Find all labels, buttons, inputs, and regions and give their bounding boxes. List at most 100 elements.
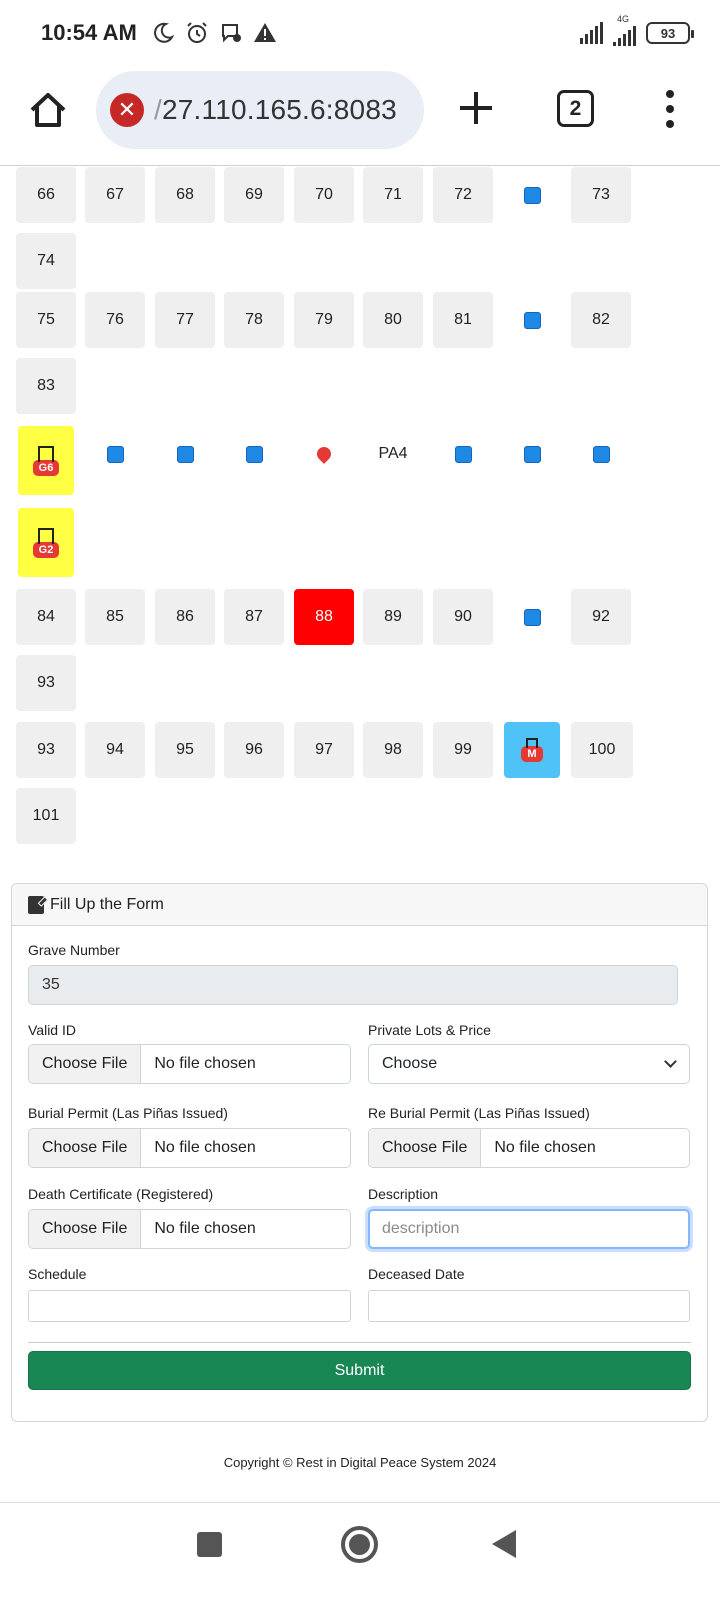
choose-file-button[interactable]: Choose File — [29, 1129, 142, 1167]
grave-lot[interactable]: 96 — [224, 722, 284, 778]
death-certificate-label: Death Certificate (Registered) — [28, 1186, 214, 1202]
grave-lot[interactable]: 67 — [85, 167, 145, 223]
network-type: 4G — [617, 14, 630, 24]
reburial-permit-label: Re Burial Permit (Las Piñas Issued) — [368, 1105, 590, 1121]
form-title: Fill Up the Form — [50, 895, 164, 913]
grid-row: G6 PA4 — [16, 426, 706, 495]
system-nav-bar — [0, 1503, 720, 1600]
grave-lot[interactable]: 101 — [16, 788, 76, 844]
submit-button[interactable]: Submit — [28, 1351, 691, 1390]
walkway-block-icon — [155, 426, 215, 482]
grave-lot[interactable]: 78 — [224, 292, 284, 348]
status-icons — [150, 20, 278, 46]
grave-lot[interactable]: 80 — [363, 292, 423, 348]
browser-toolbar: ✕ /27.110.165.6:8083 2 — [0, 68, 720, 166]
home-icon[interactable] — [28, 90, 68, 130]
grave-lot[interactable]: 85 — [85, 589, 145, 645]
grave-lot[interactable]: 97 — [294, 722, 354, 778]
network-signal: 4G — [613, 14, 636, 46]
choose-file-button[interactable]: Choose File — [369, 1129, 482, 1167]
walkway-block-icon — [502, 426, 562, 482]
no-file-text: No file chosen — [154, 1220, 256, 1237]
grave-lot[interactable]: 100 — [571, 722, 633, 778]
grave-lot[interactable]: 86 — [155, 589, 215, 645]
grid-row: G2 — [16, 508, 706, 577]
grave-lot[interactable]: 76 — [85, 292, 145, 348]
valid-id-label: Valid ID — [28, 1022, 76, 1038]
copyright-text: Copyright © Rest in Digital Peace System… — [223, 1454, 497, 1470]
grid-row: 75 76 77 78 79 80 81 82 — [16, 292, 706, 360]
grave-lot[interactable]: 93 — [16, 655, 76, 711]
grave-lot[interactable]: 72 — [433, 167, 493, 223]
burial-permit-label: Burial Permit (Las Piñas Issued) — [28, 1105, 228, 1121]
grave-lot[interactable]: 87 — [224, 589, 284, 645]
burial-permit-file-input[interactable]: Choose File No file chosen — [28, 1128, 351, 1168]
reburial-permit-file-input[interactable]: Choose File No file chosen — [368, 1128, 690, 1168]
edit-document-icon — [28, 895, 44, 914]
schedule-label: Schedule — [28, 1266, 87, 1282]
grave-lot[interactable]: 99 — [433, 722, 493, 778]
connection-error-icon[interactable]: ✕ — [110, 93, 144, 127]
grave-lot[interactable]: 66 — [16, 167, 76, 223]
grave-lot[interactable]: 95 — [155, 722, 215, 778]
description-input[interactable]: description — [368, 1209, 690, 1249]
grave-lot[interactable]: 71 — [363, 167, 423, 223]
grave-lot[interactable]: 83 — [16, 358, 76, 414]
url-text[interactable]: /27.110.165.6:8083 — [154, 94, 397, 126]
deceased-date-input[interactable] — [368, 1290, 690, 1322]
no-file-text: No file chosen — [154, 1139, 256, 1156]
grave-lot[interactable]: 90 — [433, 589, 493, 645]
marker-icon[interactable]: M — [504, 722, 560, 778]
choose-file-button[interactable]: Choose File — [29, 1210, 142, 1248]
grave-lot[interactable]: 70 — [294, 167, 354, 223]
private-lots-select[interactable]: Choose — [368, 1044, 690, 1084]
grid-row: 93 94 95 96 97 98 99 M 100 — [16, 722, 706, 790]
walkway-block-icon — [433, 426, 493, 482]
grave-lot[interactable]: 93 — [16, 722, 76, 778]
grave-lot[interactable]: 82 — [571, 292, 631, 348]
grid-row: 74 — [16, 233, 706, 301]
back-icon[interactable] — [492, 1530, 516, 1558]
grave-lot[interactable]: 94 — [85, 722, 145, 778]
grave-lot[interactable]: 74 — [16, 233, 76, 289]
recents-icon[interactable] — [197, 1532, 222, 1557]
no-file-text: No file chosen — [154, 1055, 256, 1072]
grave-lot[interactable]: 79 — [294, 292, 354, 348]
chevron-down-icon — [664, 1055, 677, 1068]
deceased-date-label: Deceased Date — [368, 1266, 465, 1282]
grave-lot[interactable]: 98 — [363, 722, 423, 778]
walkway-block-icon — [502, 292, 562, 348]
private-lots-label: Private Lots & Price — [368, 1022, 491, 1038]
grave-lot[interactable]: 81 — [433, 292, 493, 348]
grave-lot[interactable]: 75 — [16, 292, 76, 348]
form-divider — [28, 1342, 691, 1343]
new-tab-plus-icon[interactable] — [456, 88, 496, 128]
grave-lot[interactable]: 77 — [155, 292, 215, 348]
death-certificate-file-input[interactable]: Choose File No file chosen — [28, 1209, 351, 1249]
grave-lot[interactable]: 68 — [155, 167, 215, 223]
grave-lot[interactable]: 69 — [224, 167, 284, 223]
grave-number-field[interactable]: 35 — [28, 965, 678, 1005]
gate-icon[interactable]: G2 — [18, 508, 74, 577]
tabs-icon[interactable]: 2 — [557, 90, 594, 127]
address-bar[interactable]: ✕ /27.110.165.6:8083 — [96, 71, 424, 149]
description-placeholder: description — [382, 1220, 460, 1237]
walkway-block-icon — [571, 426, 631, 482]
walkway-block-icon — [224, 426, 284, 482]
grave-lot[interactable]: 84 — [16, 589, 76, 645]
valid-id-file-input[interactable]: Choose File No file chosen — [28, 1044, 351, 1084]
schedule-input[interactable] — [28, 1290, 351, 1322]
grid-row: 93 — [16, 655, 706, 723]
description-label: Description — [368, 1186, 439, 1202]
choose-file-button[interactable]: Choose File — [29, 1045, 142, 1083]
more-icon[interactable] — [664, 90, 676, 128]
grave-lot[interactable]: 89 — [363, 589, 423, 645]
home-nav-icon[interactable] — [341, 1526, 378, 1563]
moon-icon — [150, 20, 176, 46]
grave-lot[interactable]: 88 — [294, 589, 354, 645]
grave-lot[interactable]: 73 — [571, 167, 631, 223]
footer: Copyright © Rest in Digital Peace System… — [0, 1422, 720, 1503]
gate-icon[interactable]: G6 — [18, 426, 74, 495]
grave-lot[interactable]: 92 — [571, 589, 631, 645]
form-header: Fill Up the Form — [12, 884, 707, 926]
